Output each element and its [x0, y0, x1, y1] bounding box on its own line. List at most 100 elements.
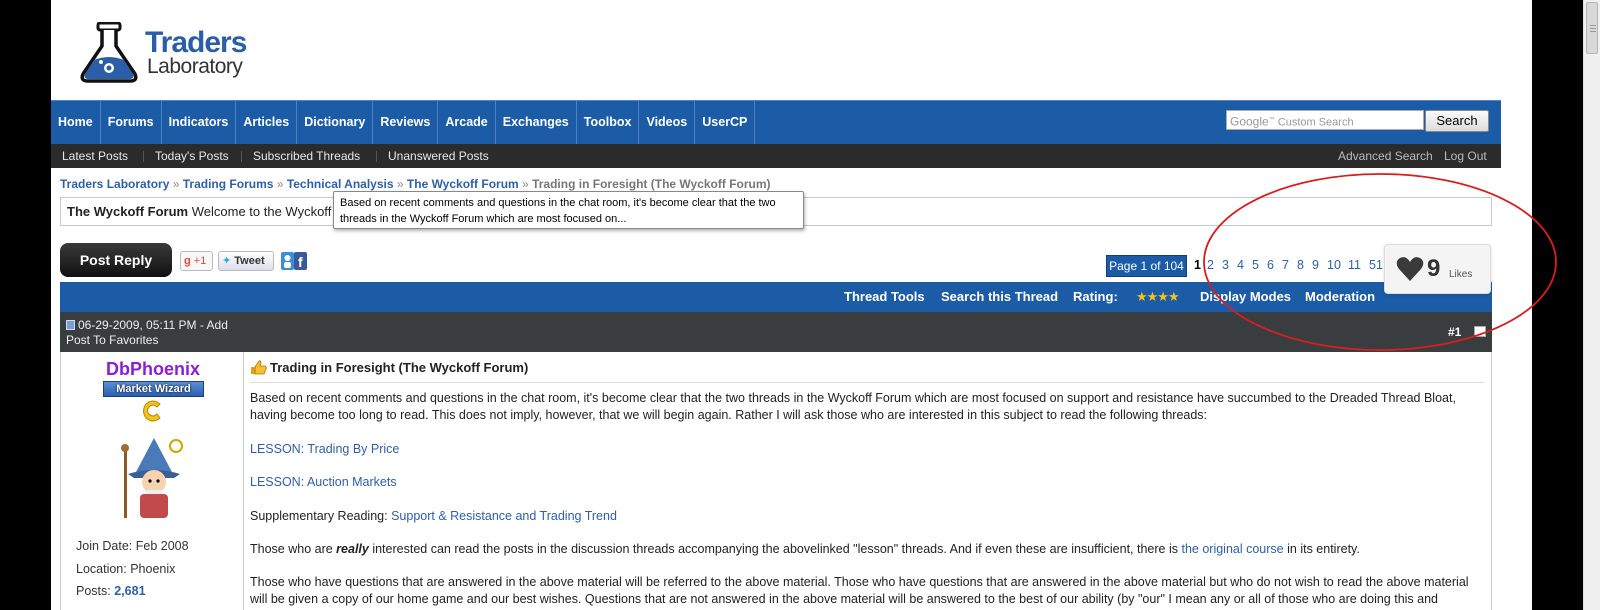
- page-link[interactable]: 5: [1252, 258, 1259, 272]
- likes-box[interactable]: 9 Likes: [1384, 244, 1491, 294]
- page-link[interactable]: 11: [1348, 258, 1361, 272]
- nav-articles[interactable]: Articles: [236, 101, 298, 144]
- scrollbar-thumb[interactable]: [1586, 2, 1598, 54]
- page-link[interactable]: 3: [1222, 258, 1229, 272]
- breadcrumb-sep: »: [396, 177, 404, 191]
- nav-exchanges[interactable]: Exchanges: [496, 101, 577, 144]
- search-button[interactable]: Search: [1425, 110, 1489, 132]
- post-date-text: 06-29-2009, 05:11 PM - Add: [78, 318, 228, 332]
- page-link[interactable]: 4: [1237, 258, 1244, 272]
- forum-welcome-text: Welcome to the Wyckoff: [191, 204, 332, 219]
- rating-stars[interactable]: ★★★★: [1136, 282, 1180, 312]
- flask-logo-icon: [80, 22, 138, 83]
- original-course-link[interactable]: the original course: [1181, 542, 1283, 556]
- breadcrumb: Traders Laboratory » Trading Forums » Te…: [60, 177, 771, 191]
- search-thread-menu[interactable]: Search this Thread: [941, 282, 1058, 312]
- search-input[interactable]: Google™ Custom Search: [1226, 110, 1424, 130]
- breadcrumb-sep: »: [522, 177, 529, 191]
- google-plus-button[interactable]: g +1: [180, 251, 213, 271]
- post-number[interactable]: #1: [1448, 325, 1461, 339]
- subnav-latest-posts[interactable]: Latest Posts: [62, 144, 128, 168]
- nav-forums[interactable]: Forums: [101, 101, 162, 144]
- facebook-share-icon[interactable]: f: [281, 251, 307, 271]
- posts-label: Posts:: [76, 584, 111, 598]
- thumbs-up-icon: [251, 360, 267, 375]
- forum-page: Traders Laboratory Home Forums Indicator…: [51, 0, 1532, 610]
- page-link[interactable]: 51: [1369, 258, 1383, 272]
- subnav-todays-posts[interactable]: Today's Posts: [155, 144, 229, 168]
- breadcrumb-link[interactable]: Trading Forums: [183, 177, 274, 191]
- user-rank-badge: Market Wizard: [103, 381, 204, 397]
- post-title: Trading in Foresight (The Wyckoff Forum): [250, 360, 528, 375]
- post-paragraph: LESSON: Auction Markets: [250, 474, 1486, 491]
- text-fragment: interested can read the posts in the dis…: [372, 542, 1178, 556]
- user-posts: Posts: 2,681: [76, 584, 146, 598]
- nav-arcade[interactable]: Arcade: [438, 101, 496, 144]
- post-paragraph: Those who have questions that are answer…: [250, 575, 1469, 606]
- nav-videos[interactable]: Videos: [639, 101, 696, 144]
- post-content: Trading in Foresight (The Wyckoff Forum)…: [244, 352, 1492, 610]
- subnav-divider: [241, 151, 242, 162]
- tweet-button[interactable]: ✦ Tweet: [218, 251, 274, 271]
- supplementary-label: Supplementary Reading:: [250, 509, 388, 523]
- nav-indicators[interactable]: Indicators: [162, 101, 237, 144]
- page-scrollbar[interactable]: [1583, 0, 1600, 610]
- add-to-favorites-link[interactable]: Post To Favorites: [66, 333, 158, 347]
- likes-count: 9: [1427, 255, 1441, 282]
- lesson-trading-by-price-link[interactable]: LESSON: Trading By Price: [250, 442, 399, 456]
- breadcrumb-link[interactable]: The Wyckoff Forum: [407, 177, 519, 191]
- page-link[interactable]: 8: [1297, 258, 1304, 272]
- svg-text:f: f: [298, 254, 303, 270]
- page-link[interactable]: 2: [1207, 258, 1214, 272]
- nav-usercp[interactable]: UserCP: [695, 101, 756, 144]
- logo-text-laboratory: Laboratory: [147, 55, 243, 78]
- site-logo[interactable]: Traders Laboratory: [79, 22, 269, 84]
- subnav-log-out[interactable]: Log Out: [1444, 144, 1487, 168]
- c-coin-icon: [143, 400, 161, 422]
- post-title-divider: [250, 382, 1484, 383]
- support-resistance-link[interactable]: Support & Resistance and Trading Trend: [391, 509, 617, 523]
- post-paragraph: Those who are really interested can read…: [250, 541, 1486, 558]
- post-user-info: DbPhoenix Market Wizard Join Date: Feb 2…: [60, 352, 244, 610]
- page-link[interactable]: 9: [1312, 258, 1319, 272]
- moderation-menu[interactable]: Moderation: [1305, 282, 1375, 312]
- breadcrumb-link[interactable]: Traders Laboratory: [60, 177, 169, 191]
- twitter-bird-icon: ✦: [222, 255, 232, 267]
- thread-tools-menu[interactable]: Thread Tools: [844, 282, 925, 312]
- post-reply-button[interactable]: Post Reply: [60, 243, 172, 277]
- post-date: 06-29-2009, 05:11 PM - Add Post To Favor…: [66, 318, 228, 348]
- avatar[interactable]: [114, 436, 194, 522]
- subnav-subscribed-threads[interactable]: Subscribed Threads: [253, 144, 360, 168]
- page-link[interactable]: 10: [1327, 258, 1341, 272]
- subnav-advanced-search[interactable]: Advanced Search: [1338, 144, 1433, 168]
- search-placeholder: Custom Search: [1277, 116, 1354, 129]
- nav-reviews[interactable]: Reviews: [373, 101, 439, 144]
- post-paragraph: Supplementary Reading: Support & Resista…: [250, 508, 1486, 525]
- nav-dictionary[interactable]: Dictionary: [297, 101, 374, 144]
- page-link[interactable]: 6: [1267, 258, 1274, 272]
- nav-toolbox[interactable]: Toolbox: [577, 101, 640, 144]
- post-paragraph: Based on recent comments and questions i…: [250, 391, 1456, 422]
- google-label: Google: [1230, 114, 1269, 129]
- subnav-divider: [143, 151, 144, 162]
- sub-navigation: Latest Posts Today's Posts Subscribed Th…: [51, 144, 1501, 168]
- google-plus-label: +1: [193, 255, 207, 267]
- tweet-label: Tweet: [234, 255, 265, 267]
- breadcrumb-sep: »: [276, 177, 284, 191]
- username[interactable]: DbPhoenix: [61, 359, 245, 380]
- post-header: 06-29-2009, 05:11 PM - Add Post To Favor…: [60, 312, 1492, 352]
- report-post-icon[interactable]: [1474, 326, 1486, 337]
- user-location: Location: Phoenix: [76, 562, 176, 576]
- display-modes-menu[interactable]: Display Modes: [1200, 282, 1291, 312]
- post-title-text: Trading in Foresight (The Wyckoff Forum): [270, 360, 529, 375]
- subnav-unanswered-posts[interactable]: Unanswered Posts: [388, 144, 489, 168]
- page-link[interactable]: 7: [1282, 258, 1289, 272]
- posts-count-link[interactable]: 2,681: [114, 584, 145, 598]
- breadcrumb-sep: »: [172, 177, 180, 191]
- text-fragment: in its entirety.: [1287, 542, 1360, 556]
- rating-label[interactable]: Rating:: [1073, 282, 1118, 312]
- breadcrumb-link[interactable]: Technical Analysis: [287, 177, 394, 191]
- nav-home[interactable]: Home: [51, 101, 101, 144]
- lesson-auction-markets-link[interactable]: LESSON: Auction Markets: [250, 475, 397, 489]
- page-of-label[interactable]: Page 1 of 104: [1106, 255, 1187, 277]
